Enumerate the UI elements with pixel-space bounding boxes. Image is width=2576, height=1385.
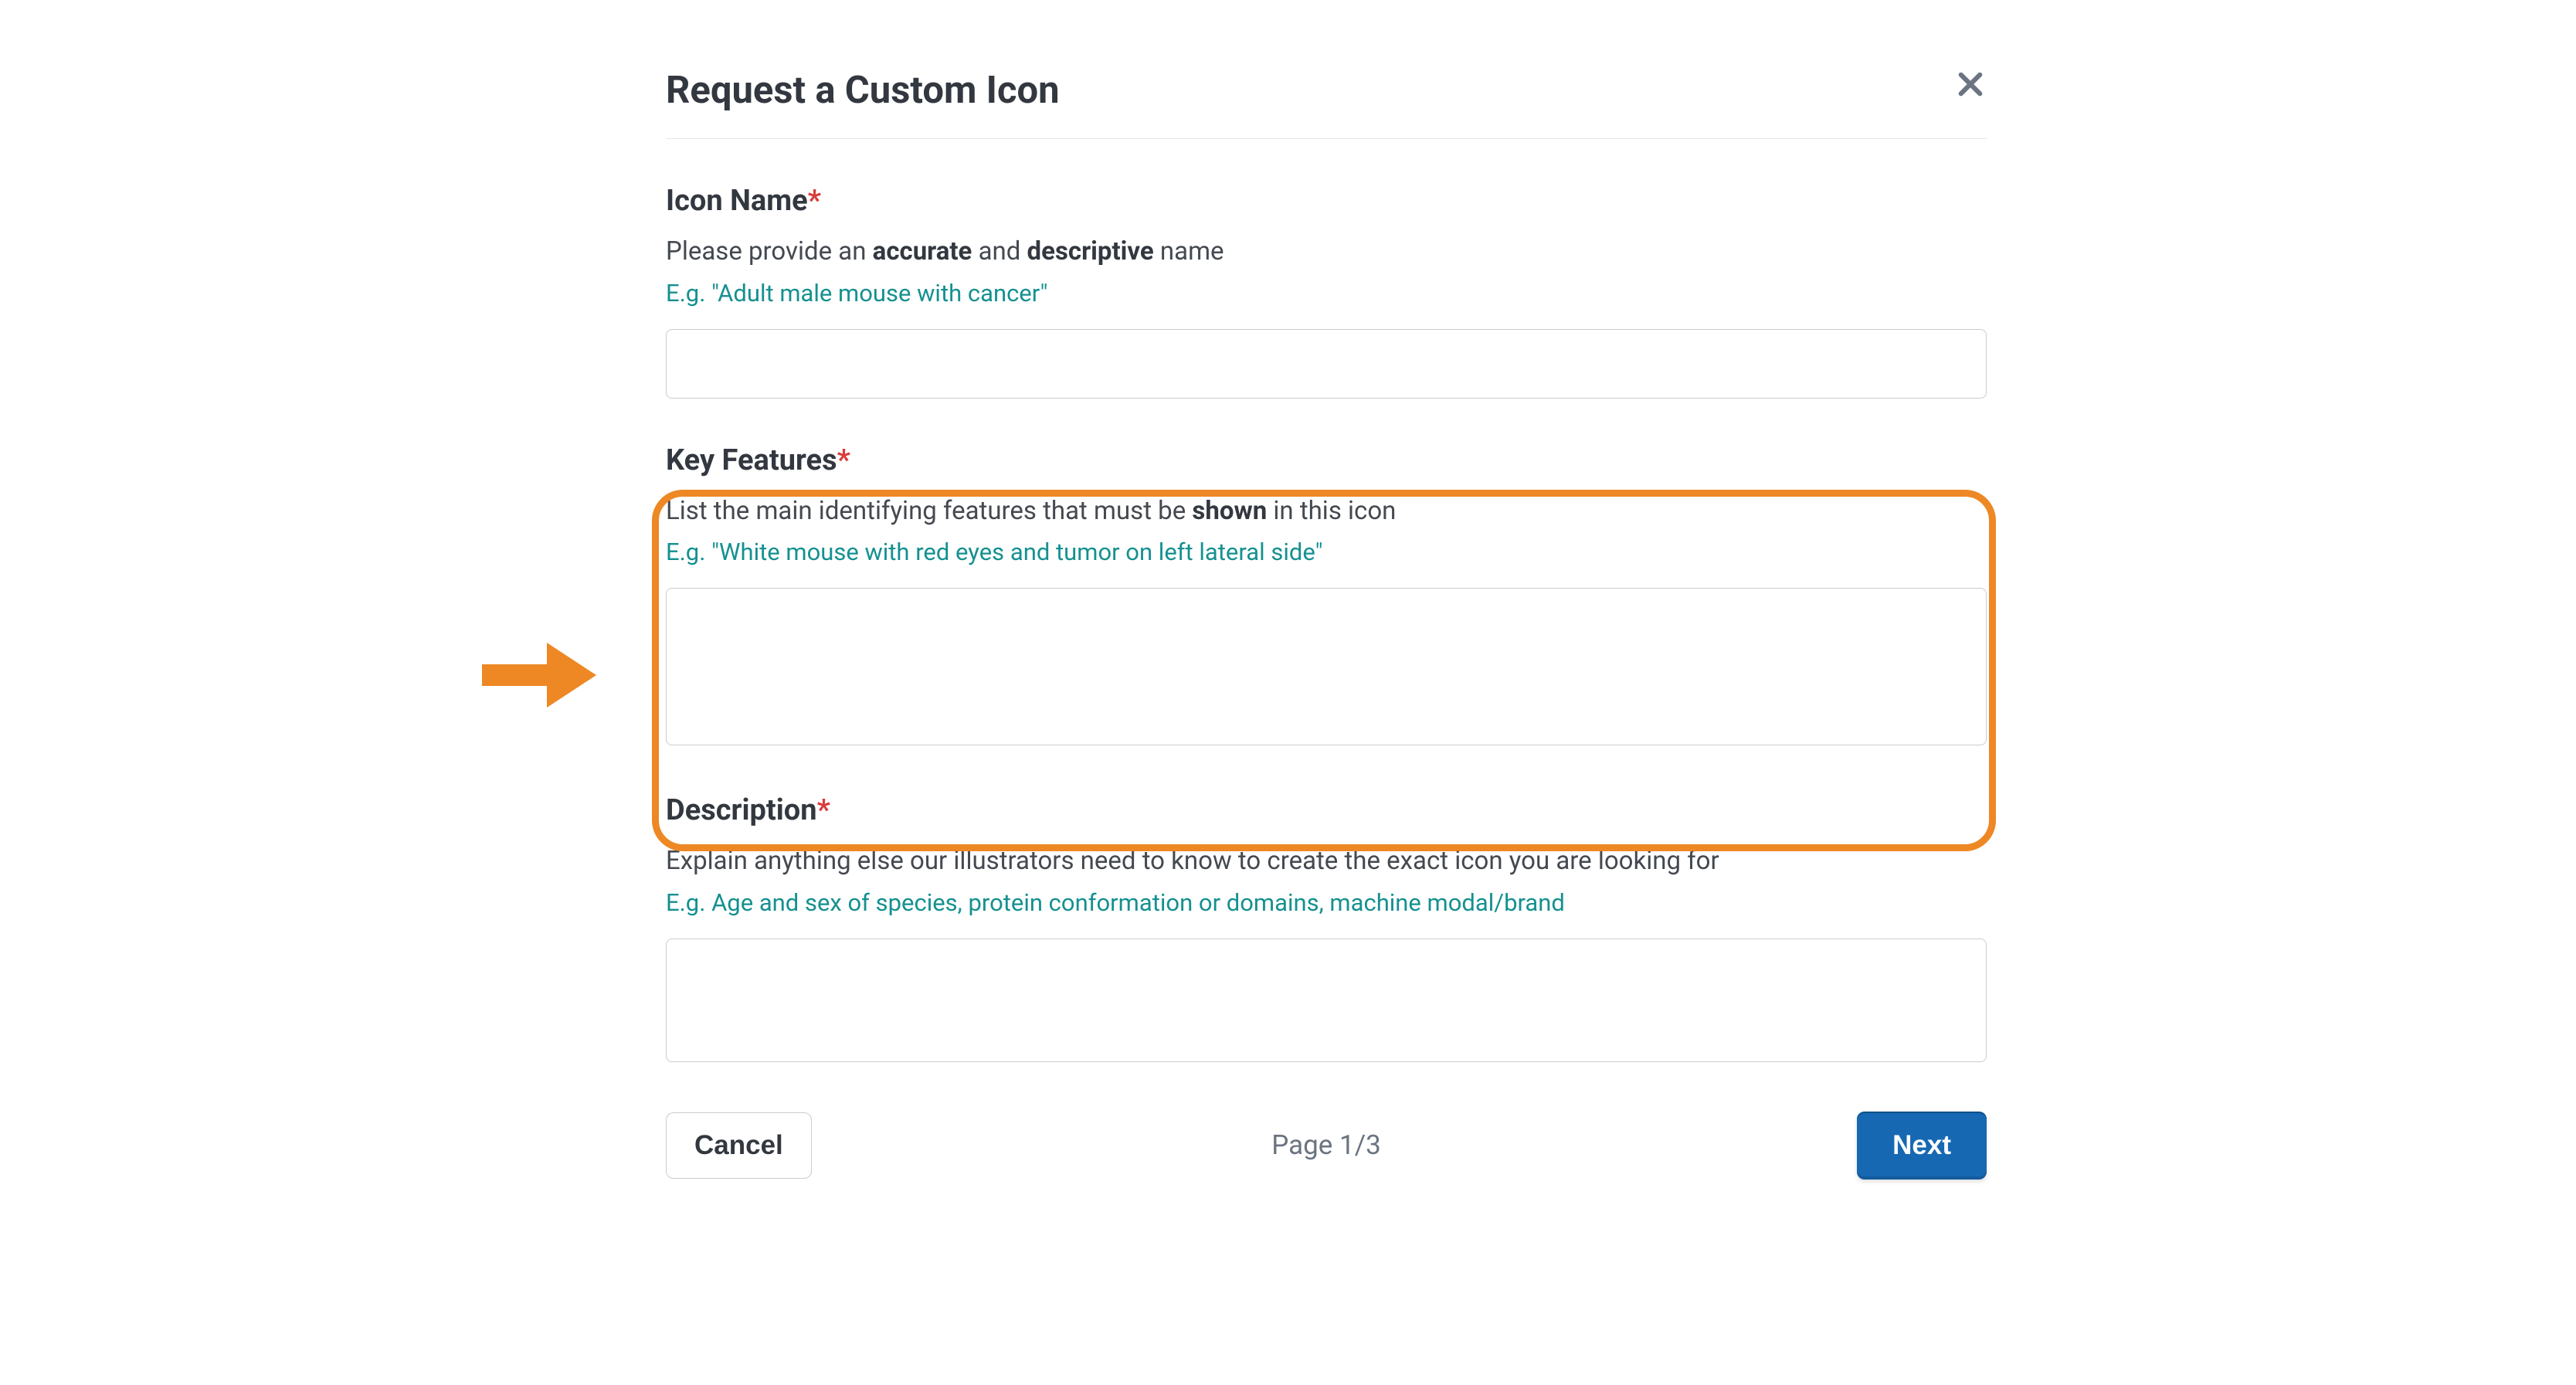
page-indicator: Page 1/3 (1271, 1129, 1381, 1161)
close-icon (1954, 68, 1987, 100)
icon-name-label: Icon Name* (666, 184, 1987, 218)
icon-name-label-text: Icon Name (666, 184, 808, 218)
required-asterisk: * (808, 184, 821, 218)
icon-name-example: E.g. "Adult male mouse with cancer" (666, 279, 1987, 307)
next-button[interactable]: Next (1857, 1112, 1987, 1180)
modal-footer: Cancel Page 1/3 Next (666, 1112, 1987, 1180)
request-custom-icon-modal: Request a Custom Icon Icon Name* Please … (666, 68, 1987, 1180)
description-label-text: Description (666, 793, 817, 827)
description-help: Explain anything else our illustrators n… (666, 844, 1987, 879)
description-label: Description* (666, 793, 1987, 827)
key-features-example: E.g. "White mouse with red eyes and tumo… (666, 538, 1987, 566)
required-asterisk: * (817, 793, 830, 827)
modal-title: Request a Custom Icon (666, 68, 1060, 112)
icon-name-input[interactable] (666, 329, 1987, 399)
close-button[interactable] (1950, 63, 1991, 105)
key-features-section: Key Features* List the main identifying … (666, 443, 1987, 749)
annotation-arrow-icon (482, 643, 596, 708)
key-features-help: List the main identifying features that … (666, 494, 1987, 529)
key-features-input[interactable] (666, 588, 1987, 745)
key-features-label-text: Key Features (666, 443, 837, 477)
description-input[interactable] (666, 939, 1987, 1062)
description-section: Description* Explain anything else our i… (666, 793, 1987, 1065)
key-features-label: Key Features* (666, 443, 1987, 477)
description-example: E.g. Age and sex of species, protein con… (666, 888, 1987, 917)
icon-name-help: Please provide an accurate and descripti… (666, 235, 1987, 270)
modal-header: Request a Custom Icon (666, 68, 1987, 139)
cancel-button[interactable]: Cancel (666, 1112, 812, 1179)
required-asterisk: * (837, 443, 850, 477)
icon-name-section: Icon Name* Please provide an accurate an… (666, 184, 1987, 399)
